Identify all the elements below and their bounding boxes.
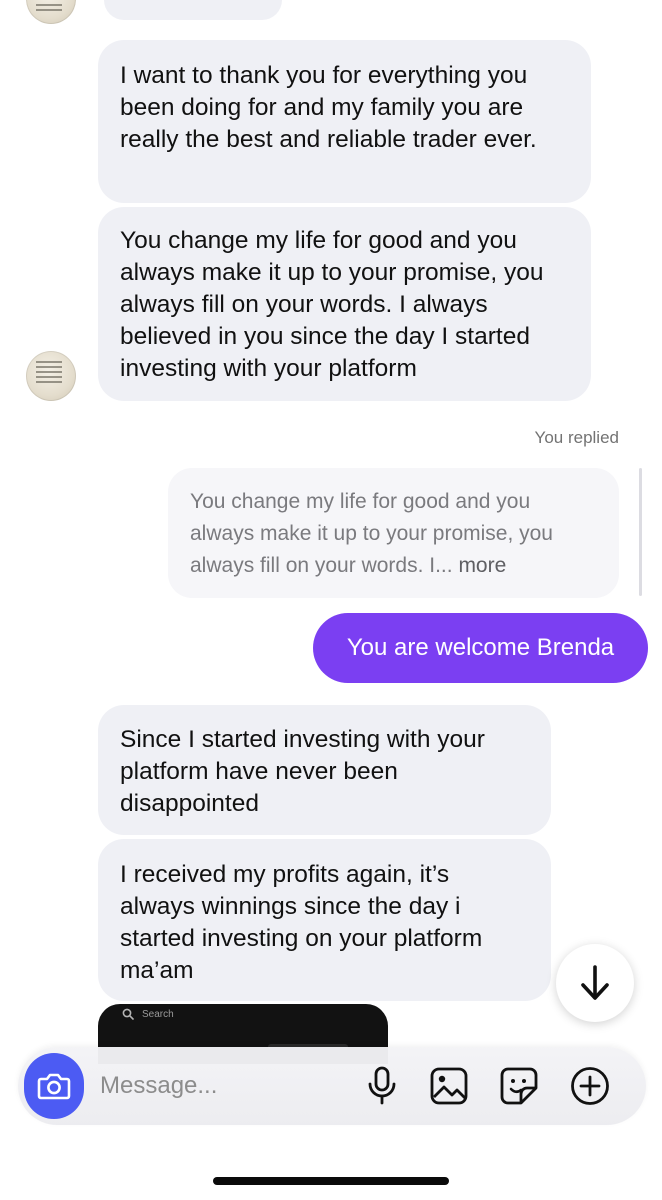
arrow-down-icon (581, 965, 609, 1000)
preview-search-text: Search (142, 1008, 174, 1020)
plus-circle-icon (571, 1067, 609, 1105)
contact-avatar-top[interactable] (26, 0, 76, 24)
home-indicator[interactable] (213, 1177, 449, 1185)
gallery-button[interactable] (428, 1065, 470, 1107)
replied-label: You replied (534, 428, 619, 447)
incoming-message[interactable]: I received my profits again, it’s always… (98, 839, 551, 1001)
contact-avatar[interactable] (26, 351, 76, 401)
message-text: You change my life for good and you alwa… (120, 227, 544, 382)
more-options-button[interactable] (569, 1065, 611, 1107)
incoming-message[interactable]: Since I started investing with your plat… (98, 705, 551, 835)
incoming-message[interactable]: I want to thank you for everything you b… (98, 40, 591, 203)
message-text: Since I started investing with your plat… (120, 726, 485, 817)
message-input[interactable] (98, 1065, 352, 1107)
message-composer (18, 1047, 646, 1125)
scroll-to-bottom-button[interactable] (556, 944, 634, 1022)
camera-icon (37, 1073, 71, 1100)
reply-indicator-bar (639, 468, 642, 596)
message-text: I want to thank you for everything you b… (120, 62, 537, 153)
search-icon (122, 1008, 134, 1020)
voice-message-button[interactable] (361, 1065, 403, 1107)
image-icon (430, 1067, 468, 1105)
partial-message-bubble (104, 0, 282, 20)
sticker-icon (500, 1067, 538, 1105)
message-text: I received my profits again, it’s always… (120, 861, 483, 984)
incoming-message[interactable]: You change my life for good and you alwa… (98, 207, 591, 401)
message-text: You are welcome Brenda (346, 634, 615, 661)
camera-button[interactable] (24, 1053, 84, 1119)
sticker-button[interactable] (498, 1065, 540, 1107)
preview-search-row: Search (122, 1008, 174, 1020)
quoted-message-preview[interactable]: You change my life for good and you alwa… (168, 468, 619, 598)
quoted-more-link[interactable]: more (458, 554, 506, 577)
outgoing-message[interactable]: You are welcome Brenda (313, 613, 648, 683)
microphone-icon (368, 1066, 396, 1105)
